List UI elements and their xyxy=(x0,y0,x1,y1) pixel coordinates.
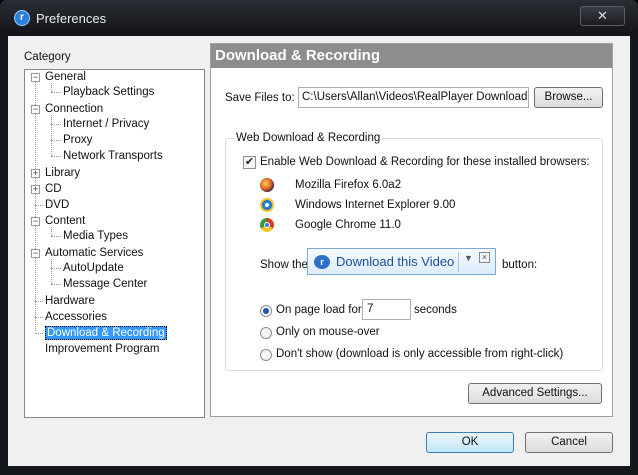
tree-item-download-recording[interactable]: Download & Recording xyxy=(45,326,167,341)
tree-guide-line xyxy=(35,317,43,318)
collapse-connection-icon[interactable]: − xyxy=(31,105,40,114)
tree-item-playback-settings[interactable]: Playback Settings xyxy=(63,85,154,100)
chrome-center-icon xyxy=(264,222,270,228)
firefox-icon xyxy=(260,178,274,192)
tree-guide-line xyxy=(35,205,43,206)
download-recording-panel: Download & Recording Save Files to: C:\U… xyxy=(210,43,613,417)
radio-selected-dot-icon xyxy=(263,308,269,314)
seconds-input[interactable]: 7 xyxy=(362,299,411,320)
tree-item-internet-privacy[interactable]: Internet / Privacy xyxy=(63,117,149,132)
tree-item-network-transports[interactable]: Network Transports xyxy=(63,149,163,164)
button-suffix-label: button: xyxy=(502,259,538,271)
web-download-group: Web Download & Recording ✔ Enable Web Do… xyxy=(225,132,603,371)
save-path-field[interactable]: C:\Users\Allan\Videos\RealPlayer Downloa… xyxy=(298,87,529,108)
cancel-button[interactable]: Cancel xyxy=(525,432,613,453)
tree-item-automatic-services[interactable]: Automatic Services xyxy=(45,246,143,261)
tree-guide-line xyxy=(51,83,52,92)
ok-button[interactable]: OK xyxy=(426,432,514,453)
chrome-icon xyxy=(260,218,274,232)
tree-item-media-types[interactable]: Media Types xyxy=(63,229,128,244)
tree-guide-line xyxy=(51,124,61,125)
radio-dont-show-label[interactable]: Don't show (download is only accessible … xyxy=(276,348,563,360)
tree-guide-line xyxy=(51,92,61,93)
save-files-label: Save Files to: xyxy=(225,92,295,104)
preferences-window: r Preferences ✕ Category − General Playb… xyxy=(0,0,638,475)
tree-guide-line xyxy=(51,140,61,141)
radio-on-page-load-label[interactable]: On page load for xyxy=(276,304,362,316)
category-tree[interactable]: − General Playback Settings − Connection… xyxy=(24,69,205,418)
group-title: Web Download & Recording xyxy=(234,132,383,144)
tree-guide-line xyxy=(35,301,43,302)
tree-guide-line xyxy=(51,236,61,237)
internet-explorer-icon xyxy=(260,198,274,212)
collapse-general-icon[interactable]: − xyxy=(31,73,40,82)
button-divider xyxy=(458,252,459,272)
tree-item-improvement-program[interactable]: Improvement Program xyxy=(45,342,159,357)
browser-chrome-label: Google Chrome 11.0 xyxy=(295,219,401,231)
tree-guide-line xyxy=(35,333,43,334)
tree-item-accessories[interactable]: Accessories xyxy=(45,310,107,325)
advanced-settings-button[interactable]: Advanced Settings... xyxy=(468,383,602,404)
close-button[interactable]: ✕ xyxy=(580,6,625,26)
tree-guide-line xyxy=(51,284,61,285)
tree-item-hardware[interactable]: Hardware xyxy=(45,294,95,309)
download-video-button-preview[interactable]: r Download this Video ▼ × xyxy=(307,248,496,275)
tree-item-dvd[interactable]: DVD xyxy=(45,198,69,213)
tree-item-cd[interactable]: CD xyxy=(45,182,62,197)
browser-firefox-label: Mozilla Firefox 6.0a2 xyxy=(295,179,402,191)
tree-guide-line xyxy=(51,268,61,269)
enable-web-download-checkbox[interactable]: ✔ xyxy=(243,156,256,169)
download-video-button-text: Download this Video xyxy=(336,254,455,269)
radio-dont-show[interactable] xyxy=(260,349,272,361)
tree-item-autoupdate[interactable]: AutoUpdate xyxy=(63,261,124,276)
enable-web-download-label[interactable]: Enable Web Download & Recording for thes… xyxy=(260,156,590,168)
panel-title: Download & Recording xyxy=(211,44,612,68)
tree-item-message-center[interactable]: Message Center xyxy=(63,277,147,292)
radio-mouse-over-label[interactable]: Only on mouse-over xyxy=(276,326,380,338)
radio-mouse-over[interactable] xyxy=(260,327,272,339)
close-x-icon[interactable]: × xyxy=(479,252,490,263)
expand-library-icon[interactable]: + xyxy=(31,169,40,178)
tree-guide-line xyxy=(51,227,52,236)
browse-button[interactable]: Browse... xyxy=(534,87,603,108)
show-the-label: Show the xyxy=(260,259,308,271)
window-title: Preferences xyxy=(36,11,107,26)
title-bar[interactable]: r Preferences ✕ xyxy=(0,0,638,36)
category-label: Category xyxy=(24,51,71,63)
tree-guide-line xyxy=(51,259,52,284)
tree-guide-line xyxy=(51,156,61,157)
radio-on-page-load[interactable] xyxy=(260,305,272,317)
tree-item-library[interactable]: Library xyxy=(45,166,80,181)
expand-cd-icon[interactable]: + xyxy=(31,185,40,194)
browser-ie-label: Windows Internet Explorer 9.00 xyxy=(295,199,456,211)
collapse-automatic-services-icon[interactable]: − xyxy=(31,249,40,258)
dropdown-arrow-icon[interactable]: ▼ xyxy=(464,253,473,263)
tree-item-connection[interactable]: Connection xyxy=(45,102,103,117)
seconds-label: seconds xyxy=(414,304,457,316)
collapse-content-icon[interactable]: − xyxy=(31,217,40,226)
dialog-body: Category − General Playback Settings − C… xyxy=(8,36,630,466)
realplayer-logo-icon: r xyxy=(314,255,330,269)
realplayer-app-icon: r xyxy=(14,10,30,26)
tree-guide-line xyxy=(51,115,52,156)
tree-item-proxy[interactable]: Proxy xyxy=(63,133,92,148)
